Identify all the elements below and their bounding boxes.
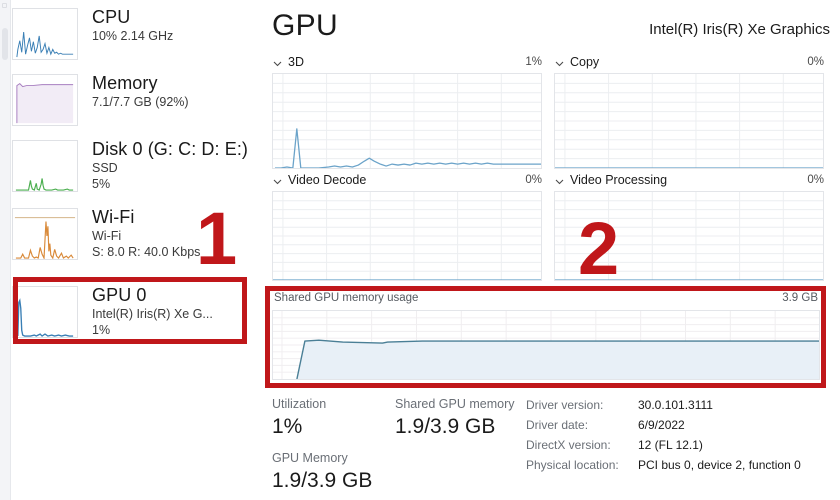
engine-label: 3D <box>288 55 304 69</box>
shared-gpu-memory-label: Shared GPU memory usage <box>274 292 419 304</box>
sidebar-item-memory-text: Memory 7.1/7.7 GB (92%) <box>92 72 189 110</box>
stat-label-gpu-memory: GPU Memory <box>272 451 348 465</box>
driver-label-driver-date: Driver date: <box>526 418 589 432</box>
engine-value: 1% <box>525 56 542 68</box>
gutter-marker-icon <box>2 3 7 8</box>
sidebar-item-disk-text: Disk 0 (G: C: D: E:) SSD 5% <box>92 138 248 192</box>
driver-label-physical-location: Physical location: <box>526 458 619 472</box>
sidebar-item-label: GPU 0 <box>92 285 147 305</box>
engine-label: Copy <box>570 55 600 69</box>
driver-value-physical-location: PCI bus 0, device 2, function 0 <box>638 458 801 472</box>
driver-value-directx-version: 12 (FL 12.1) <box>638 438 703 452</box>
sidebar-item-label: Wi-Fi <box>92 207 135 227</box>
wifi-sparkline-icon <box>12 208 78 260</box>
stat-value-utilization: 1% <box>272 415 303 438</box>
sidebar-item-gpu0[interactable]: GPU 0 Intel(R) Iris(R) Xe G... 1% <box>12 284 257 346</box>
engine-header-video-processing[interactable]: Video Processing 0% <box>554 172 824 188</box>
sidebar-item-cpu-text: CPU 10% 2.14 GHz <box>92 6 173 44</box>
engine-label: Video Decode <box>288 173 367 187</box>
engine-cell-video-processing: Video Processing 0% <box>554 172 824 281</box>
engine-cell-3d: 3D 1% <box>272 54 542 169</box>
engine-cell-copy: Copy 0% <box>554 54 824 169</box>
sidebar-item-gpu0-text: GPU 0 Intel(R) Iris(R) Xe G... 1% <box>92 284 213 338</box>
driver-label-directx-version: DirectX version: <box>526 438 611 452</box>
task-manager-gpu-page: CPU 10% 2.14 GHz Memory 7.1/7.7 GB (92%) <box>0 0 840 500</box>
chevron-down-icon[interactable] <box>554 176 565 187</box>
sidebar-item-sub: SSD <box>92 161 118 175</box>
sidebar-item-label: Disk 0 (G: C: D: E:) <box>92 139 249 159</box>
sidebar-item-sub: Intel(R) Iris(R) Xe G... <box>92 307 213 321</box>
engine-header-video-decode[interactable]: Video Decode 0% <box>272 172 542 188</box>
chart-video-processing <box>554 191 824 281</box>
engine-cell-video-decode: Video Decode 0% <box>272 172 542 281</box>
gpu-sparkline-icon <box>12 286 78 338</box>
sidebar-item-memory[interactable]: Memory 7.1/7.7 GB (92%) <box>12 72 257 134</box>
chart-copy <box>554 73 824 169</box>
chart-shared-gpu-memory <box>272 310 820 380</box>
gpu-header: GPU Intel(R) Iris(R) Xe Graphics <box>272 6 830 50</box>
shared-gpu-memory-header: Shared GPU memory usage 3.9 GB <box>272 292 820 308</box>
stat-value-gpu-memory: 1.9/3.9 GB <box>272 469 373 492</box>
sidebar-item-sub: 10% 2.14 GHz <box>92 29 174 43</box>
engine-value: 0% <box>807 56 824 68</box>
engine-value: 0% <box>525 174 542 186</box>
gpu-model-name: Intel(R) Iris(R) Xe Graphics <box>649 21 830 38</box>
driver-label-driver-version: Driver version: <box>526 398 604 412</box>
scrollbar-thumb[interactable] <box>2 28 8 60</box>
engine-label: Video Processing <box>570 173 668 187</box>
shared-gpu-memory-section: Shared GPU memory usage 3.9 GB <box>272 292 820 382</box>
sidebar-item-cpu[interactable]: CPU 10% 2.14 GHz <box>12 6 257 68</box>
driver-value-driver-date: 6/9/2022 <box>638 418 685 432</box>
sidebar-item-wifi-text: Wi-Fi Wi-Fi S: 8.0 R: 40.0 Kbps <box>92 206 200 260</box>
sidebar-item-sub2: 1% <box>92 323 111 337</box>
left-gutter <box>0 0 11 500</box>
engine-header-3d[interactable]: 3D 1% <box>272 54 542 70</box>
chart-3d <box>272 73 542 169</box>
sidebar-item-sub2: S: 8.0 R: 40.0 Kbps <box>92 245 201 259</box>
disk-sparkline-icon <box>12 140 78 192</box>
sidebar-item-disk[interactable]: Disk 0 (G: C: D: E:) SSD 5% <box>12 138 257 208</box>
stat-label-shared-gpu-memory: Shared GPU memory <box>395 397 515 411</box>
driver-value-driver-version: 30.0.101.3111 <box>638 398 713 412</box>
chevron-down-icon[interactable] <box>272 176 283 187</box>
memory-sparkline-icon <box>12 74 78 126</box>
sidebar-item-label: CPU <box>92 7 131 27</box>
chevron-down-icon[interactable] <box>554 58 565 69</box>
gpu-stats-section: Utilization 1% GPU Memory 1.9/3.9 GB Sha… <box>272 392 832 497</box>
sidebar-item-sub: Wi-Fi <box>92 229 122 243</box>
cpu-sparkline-icon <box>12 8 78 60</box>
sidebar-item-sub: 7.1/7.7 GB (92%) <box>92 95 189 109</box>
sidebar-item-label: Memory <box>92 73 158 93</box>
chevron-down-icon[interactable] <box>272 58 283 69</box>
chart-video-decode <box>272 191 542 281</box>
sidebar-item-sub2: 5% <box>92 177 111 191</box>
engine-header-copy[interactable]: Copy 0% <box>554 54 824 70</box>
resource-sidebar: CPU 10% 2.14 GHz Memory 7.1/7.7 GB (92%) <box>12 0 257 500</box>
sidebar-item-wifi[interactable]: Wi-Fi Wi-Fi S: 8.0 R: 40.0 Kbps <box>12 206 257 276</box>
shared-gpu-memory-max: 3.9 GB <box>782 292 818 304</box>
page-title: GPU <box>272 9 338 42</box>
stat-value-shared-gpu-memory: 1.9/3.9 GB <box>395 415 496 438</box>
engine-value: 0% <box>807 174 824 186</box>
stat-label-utilization: Utilization <box>272 397 327 411</box>
